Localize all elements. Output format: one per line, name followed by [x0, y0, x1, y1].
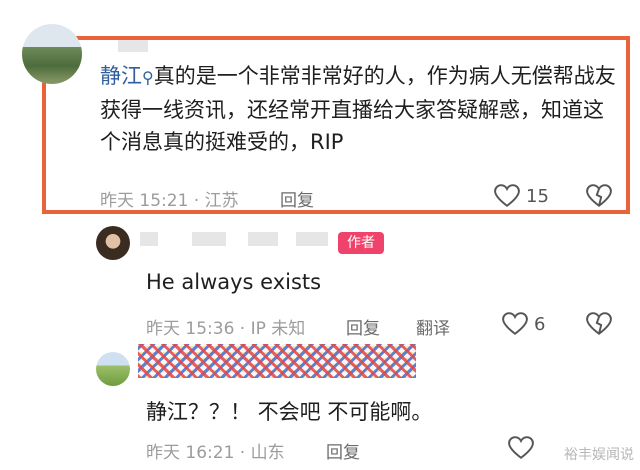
author-badge: 作者	[338, 232, 384, 254]
reply-button[interactable]: 回复	[326, 438, 360, 463]
reply-button[interactable]: 回复	[346, 314, 380, 339]
like-icon[interactable]	[494, 184, 520, 208]
like-icon[interactable]	[508, 436, 534, 460]
blurred-name	[192, 232, 226, 246]
blurred-name	[118, 40, 148, 52]
like-count: 15	[526, 186, 549, 207]
comment-meta: 昨天 15:36 · IP 未知	[146, 319, 306, 339]
blurred-name	[140, 232, 158, 246]
blurred-name	[248, 232, 278, 246]
author-name[interactable]: 静江	[100, 64, 142, 88]
comment-text: 静江⚲真的是一个非常非常好的人，作为病人无偿帮战友获得一线资讯，还经常开直播给大…	[100, 60, 620, 158]
like-icon[interactable]	[502, 312, 528, 336]
comment-meta: 昨天 15:21 · 江苏	[100, 191, 239, 211]
comment-text: 静江？？！ 不会吧 不可能啊。	[146, 400, 433, 424]
translate-button[interactable]: 翻译	[416, 314, 450, 339]
avatar[interactable]	[22, 24, 82, 84]
comment-text: He always exists	[146, 270, 322, 294]
avatar[interactable]	[96, 226, 130, 260]
reply-button[interactable]: 回复	[280, 186, 314, 211]
search-icon: ⚲	[142, 68, 154, 87]
watermark: 裕丰娱闻说	[564, 447, 634, 463]
dislike-icon[interactable]	[586, 312, 612, 336]
avatar[interactable]	[96, 352, 130, 386]
like-count: 6	[534, 314, 546, 335]
dislike-icon[interactable]	[586, 184, 612, 208]
comment-body: 真的是一个非常非常好的人，作为病人无偿帮战友获得一线资讯，还经常开直播给大家答疑…	[100, 64, 616, 154]
obscured-name	[138, 344, 416, 378]
blurred-name	[296, 232, 328, 246]
comment-meta: 昨天 16:21 · 山东	[146, 443, 285, 463]
